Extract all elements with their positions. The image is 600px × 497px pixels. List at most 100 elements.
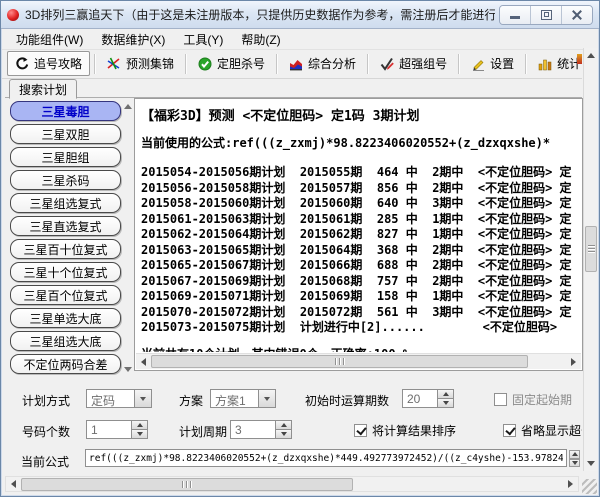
maximize-button[interactable] [530,5,561,24]
clipped-toolbar-button[interactable] [577,54,582,70]
toolbar-fix-kill[interactable]: 定胆杀号 [191,52,272,75]
toolbar-label: 综合分析 [308,57,357,71]
menu-components[interactable]: 功能组件(W) [7,30,92,49]
arrow-down-icon [571,460,578,465]
title-bar[interactable]: 3D排列三赢追天下（由于这是未注册版本，只提供历史数据作为参考，需注册后才能进行… [1,1,599,29]
formula-mini-stepper [569,450,580,467]
sidebar-plan-button[interactable]: 三星百个位复式 [10,285,121,305]
plan-cycle-label: 计划周期 [179,425,228,439]
toolbar-statistics[interactable]: 统计区 [531,52,582,75]
plan-row: 2015054-2015056期计划 2015055期 464 中 2期中 <不… [141,165,572,179]
toolbar-chase-number[interactable]: 追号攻略 [7,51,91,76]
menu-bar: 功能组件(W) 数据维护(X) 工具(Y) 帮助(Z) [2,30,598,50]
spin-down-button[interactable] [276,430,291,438]
arrow-down-icon [280,432,287,436]
close-button[interactable] [561,5,592,24]
spin-up-button[interactable] [276,421,291,430]
arrow-right-icon [571,357,576,366]
initial-periods-label: 初始时运算期数 [305,394,390,408]
app-window: 3D排列三赢追天下（由于这是未注册版本，只提供历史数据作为参考，需注册后才能进行… [0,0,600,497]
sidebar-plan-button[interactable]: 三星毒胆 [10,101,121,121]
sidebar: 三星毒胆 三星双胆 三星胆组 三星杀码 三星组选复式 三星直选复式 三星百十位复… [10,101,121,374]
sort-results-checkbox[interactable]: 将计算结果排序 [354,422,456,439]
scheme-combobox[interactable]: 方案1 [210,389,276,408]
window-title: 3D排列三赢追天下（由于这是未注册版本，只提供历史数据作为参考，需注册后才能进行… [25,8,495,22]
chevron-down-icon [264,396,270,401]
checkbox-box [503,424,516,437]
fixed-start-checkbox[interactable]: 固定起始期 [494,391,572,408]
omit-long-checkbox[interactable]: 省略显示超长 [503,422,582,439]
sidebar-plan-button[interactable]: 三星百十位复式 [10,239,121,259]
initial-periods-stepper[interactable]: 20 [402,389,454,408]
scroll-up-button[interactable] [584,48,598,63]
number-count-label: 号码个数 [22,425,71,439]
dropdown-button[interactable] [134,390,151,407]
toolbar-analysis[interactable]: 综合分析 [282,52,363,75]
sidebar-plan-button[interactable]: 三星组选复式 [10,193,121,213]
scrollbar-thumb[interactable] [585,226,597,272]
sidebar-plan-button[interactable]: 三星直选复式 [10,216,121,236]
current-formula-input[interactable] [85,449,567,467]
sidebar-plan-button[interactable]: 不定位两码合差 [10,354,121,374]
window-horizontal-scrollbar[interactable] [5,476,579,492]
sidebar-plan-button[interactable]: 三星胆组 [10,147,121,167]
toolbar-separator [276,53,279,74]
tab-search-plan[interactable]: 搜索计划 [9,79,78,99]
arrow-down-icon [442,401,449,405]
scrollbar-thumb[interactable] [21,477,353,491]
spin-down-button[interactable] [569,458,580,467]
sidebar-plan-button[interactable]: 三星十个位复式 [10,262,121,282]
plan-list: 2015054-2015056期计划 2015055期 464 中 2期中 <不… [141,165,580,336]
toolbar-label: 超强组号 [399,57,448,71]
toolbar-label: 设置 [490,57,515,71]
spin-buttons [275,421,291,438]
dropdown-button[interactable] [258,390,275,407]
plan-cycle-stepper[interactable]: 3 [230,420,292,439]
scrollbar-thumb[interactable] [151,355,528,368]
chevron-down-icon [140,396,146,401]
toolbar-separator [525,53,528,74]
menu-tools[interactable]: 工具(Y) [174,30,232,49]
stats-icon [538,59,552,70]
main-vertical-scrollbar[interactable] [583,48,598,471]
current-formula-label: 当前公式 [21,455,70,469]
plan-mode-value: 定码 [91,394,116,407]
initial-periods-value: 20 [407,392,421,406]
close-icon [571,9,583,21]
sidebar-plan-button[interactable]: 三星双胆 [10,124,121,144]
sidebar-plan-button[interactable]: 三星单选大底 [10,308,121,328]
toolbar-super-combo[interactable]: 超强组号 [373,52,454,75]
spin-down-button[interactable] [438,399,453,407]
plan-mode-label: 计划方式 [22,394,71,408]
resize-grip[interactable] [582,479,597,494]
arrow-up-icon [280,423,287,427]
scroll-down-button[interactable] [584,456,598,471]
current-formula-line: 当前使用的公式:ref(((z_zxmj)*98.8223406020552+(… [141,136,551,150]
spin-up-button[interactable] [438,390,453,399]
toolbar-settings[interactable]: 设置 [464,52,521,75]
sidebar-plan-button[interactable]: 三星杀码 [10,170,121,190]
toolbar: 追号攻略 预测集锦 定胆杀号 综合分析 超强组号 设置 统计区 [2,49,582,79]
minimize-button[interactable] [500,5,530,24]
report-horizontal-scrollbar[interactable] [136,353,581,369]
scroll-right-button[interactable] [563,477,578,491]
sidebar-scroll-up-icon[interactable] [124,104,132,109]
plan-row: 2015073-2015075期计划 计划进行中[2]...... <不定位胆码… [141,320,558,334]
plan-row: 2015065-2015067期计划 2015066期 688 中 2期中 <不… [141,258,572,272]
spin-down-button[interactable] [132,430,147,438]
report-panel: 【福彩3D】预测 <不定位胆码> 定1码 3期计划 当前使用的公式:ref(((… [134,98,583,371]
menu-help[interactable]: 帮助(Z) [232,30,289,49]
spin-up-button[interactable] [569,450,580,459]
scroll-left-button[interactable] [6,477,21,491]
plan-mode-combobox[interactable]: 定码 [86,389,152,408]
scroll-left-button[interactable] [136,354,151,369]
chase-icon [16,56,29,69]
menu-data-maintenance[interactable]: 数据维护(X) [92,30,174,49]
plan-row: 2015061-2015063期计划 2015061期 285 中 1期中 <不… [141,211,572,226]
number-count-stepper[interactable]: 1 [86,420,148,439]
sidebar-scroll-down-icon[interactable] [124,367,132,372]
spin-up-button[interactable] [132,421,147,430]
scroll-right-button[interactable] [566,354,581,369]
toolbar-forecast[interactable]: 预测集锦 [100,52,181,75]
sidebar-plan-button[interactable]: 三星组选大底 [10,331,121,351]
